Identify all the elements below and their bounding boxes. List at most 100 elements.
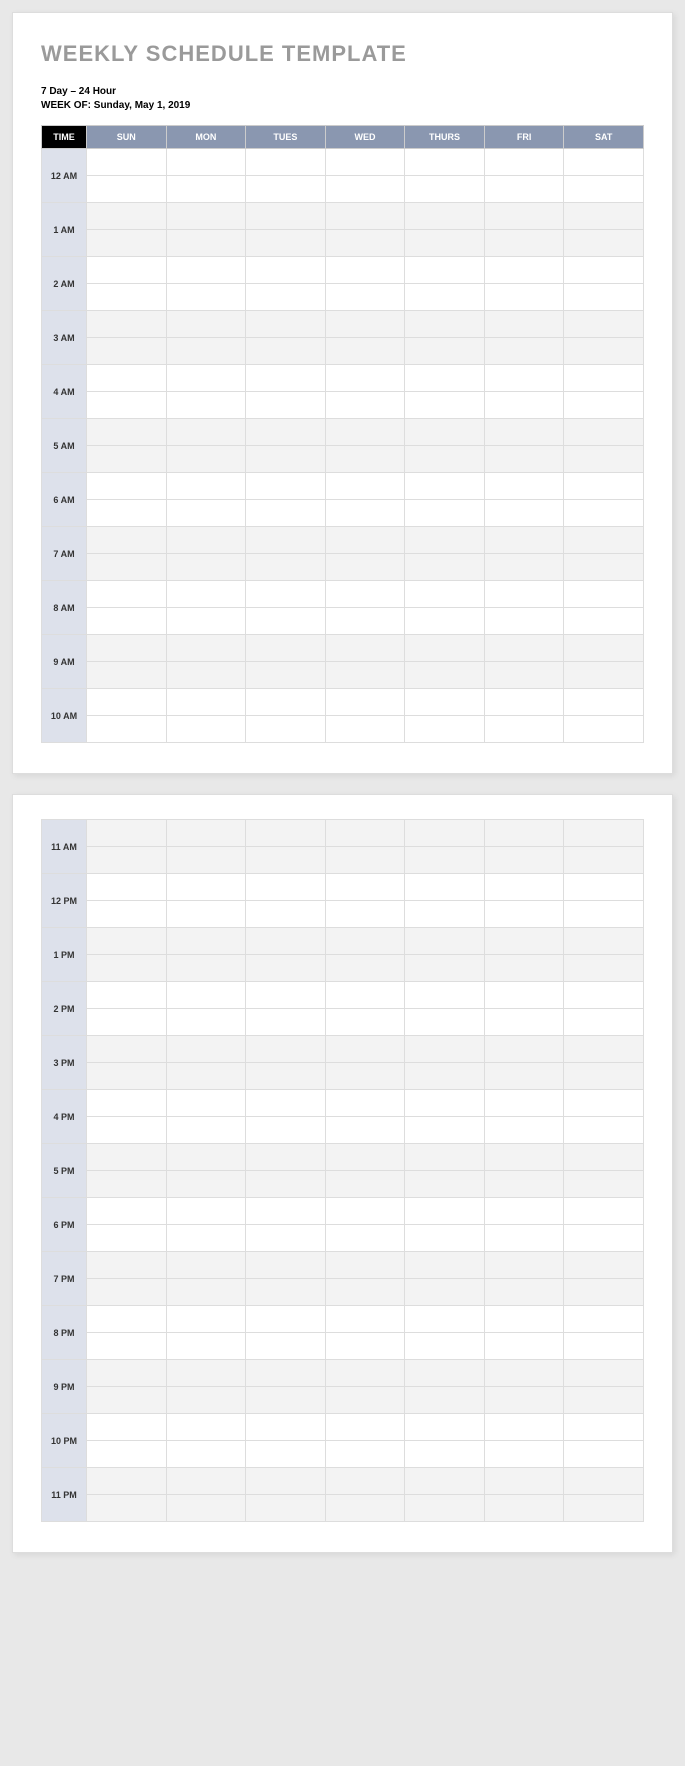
schedule-cell[interactable] (564, 1333, 644, 1360)
schedule-cell[interactable] (405, 901, 485, 928)
schedule-cell[interactable] (484, 365, 564, 392)
schedule-cell[interactable] (405, 716, 485, 743)
schedule-cell[interactable] (87, 1441, 167, 1468)
schedule-cell[interactable] (166, 1441, 246, 1468)
schedule-cell[interactable] (246, 1387, 326, 1414)
schedule-cell[interactable] (246, 257, 326, 284)
schedule-cell[interactable] (246, 955, 326, 982)
schedule-cell[interactable] (405, 820, 485, 847)
schedule-cell[interactable] (484, 1414, 564, 1441)
schedule-cell[interactable] (246, 1360, 326, 1387)
schedule-cell[interactable] (166, 1468, 246, 1495)
schedule-cell[interactable] (484, 662, 564, 689)
schedule-cell[interactable] (405, 874, 485, 901)
schedule-cell[interactable] (564, 1252, 644, 1279)
schedule-cell[interactable] (484, 1387, 564, 1414)
schedule-cell[interactable] (405, 1225, 485, 1252)
schedule-cell[interactable] (564, 365, 644, 392)
schedule-cell[interactable] (564, 1495, 644, 1522)
schedule-cell[interactable] (246, 1036, 326, 1063)
schedule-cell[interactable] (87, 1144, 167, 1171)
schedule-cell[interactable] (166, 955, 246, 982)
schedule-cell[interactable] (405, 635, 485, 662)
schedule-cell[interactable] (166, 662, 246, 689)
schedule-cell[interactable] (87, 1090, 167, 1117)
schedule-cell[interactable] (325, 392, 405, 419)
schedule-cell[interactable] (246, 1171, 326, 1198)
schedule-cell[interactable] (325, 338, 405, 365)
schedule-cell[interactable] (405, 847, 485, 874)
schedule-cell[interactable] (564, 1225, 644, 1252)
schedule-cell[interactable] (405, 284, 485, 311)
schedule-cell[interactable] (87, 1333, 167, 1360)
schedule-cell[interactable] (325, 446, 405, 473)
schedule-cell[interactable] (166, 847, 246, 874)
schedule-cell[interactable] (246, 311, 326, 338)
schedule-cell[interactable] (564, 203, 644, 230)
schedule-cell[interactable] (246, 1279, 326, 1306)
schedule-cell[interactable] (325, 1090, 405, 1117)
schedule-cell[interactable] (325, 473, 405, 500)
schedule-cell[interactable] (166, 608, 246, 635)
schedule-cell[interactable] (87, 662, 167, 689)
schedule-cell[interactable] (166, 446, 246, 473)
schedule-cell[interactable] (166, 473, 246, 500)
schedule-cell[interactable] (166, 1360, 246, 1387)
schedule-cell[interactable] (246, 1252, 326, 1279)
schedule-cell[interactable] (564, 955, 644, 982)
schedule-cell[interactable] (87, 446, 167, 473)
schedule-cell[interactable] (484, 608, 564, 635)
schedule-cell[interactable] (484, 1144, 564, 1171)
schedule-cell[interactable] (564, 392, 644, 419)
schedule-cell[interactable] (325, 1279, 405, 1306)
schedule-cell[interactable] (564, 554, 644, 581)
schedule-cell[interactable] (166, 1495, 246, 1522)
schedule-cell[interactable] (246, 554, 326, 581)
schedule-cell[interactable] (564, 338, 644, 365)
schedule-cell[interactable] (87, 1414, 167, 1441)
schedule-cell[interactable] (246, 1414, 326, 1441)
schedule-cell[interactable] (564, 500, 644, 527)
schedule-cell[interactable] (484, 928, 564, 955)
schedule-cell[interactable] (87, 203, 167, 230)
schedule-cell[interactable] (246, 446, 326, 473)
schedule-cell[interactable] (325, 928, 405, 955)
schedule-cell[interactable] (564, 1360, 644, 1387)
schedule-cell[interactable] (246, 1198, 326, 1225)
schedule-cell[interactable] (564, 901, 644, 928)
schedule-cell[interactable] (87, 554, 167, 581)
schedule-cell[interactable] (564, 257, 644, 284)
schedule-cell[interactable] (484, 1090, 564, 1117)
schedule-cell[interactable] (87, 1306, 167, 1333)
schedule-cell[interactable] (166, 928, 246, 955)
schedule-cell[interactable] (484, 874, 564, 901)
schedule-cell[interactable] (246, 847, 326, 874)
schedule-cell[interactable] (325, 1063, 405, 1090)
schedule-cell[interactable] (405, 230, 485, 257)
schedule-cell[interactable] (325, 1387, 405, 1414)
schedule-cell[interactable] (87, 608, 167, 635)
schedule-cell[interactable] (87, 874, 167, 901)
schedule-cell[interactable] (166, 1279, 246, 1306)
schedule-cell[interactable] (564, 820, 644, 847)
schedule-cell[interactable] (166, 1090, 246, 1117)
schedule-cell[interactable] (484, 635, 564, 662)
schedule-cell[interactable] (484, 527, 564, 554)
schedule-cell[interactable] (405, 982, 485, 1009)
schedule-cell[interactable] (87, 820, 167, 847)
schedule-cell[interactable] (246, 149, 326, 176)
schedule-cell[interactable] (325, 689, 405, 716)
schedule-cell[interactable] (166, 1117, 246, 1144)
schedule-cell[interactable] (484, 982, 564, 1009)
schedule-cell[interactable] (564, 635, 644, 662)
schedule-cell[interactable] (564, 608, 644, 635)
schedule-cell[interactable] (564, 1387, 644, 1414)
schedule-cell[interactable] (166, 365, 246, 392)
schedule-cell[interactable] (484, 1117, 564, 1144)
schedule-cell[interactable] (564, 1468, 644, 1495)
schedule-cell[interactable] (325, 230, 405, 257)
schedule-cell[interactable] (325, 1360, 405, 1387)
schedule-cell[interactable] (325, 1306, 405, 1333)
schedule-cell[interactable] (246, 1144, 326, 1171)
schedule-cell[interactable] (87, 847, 167, 874)
